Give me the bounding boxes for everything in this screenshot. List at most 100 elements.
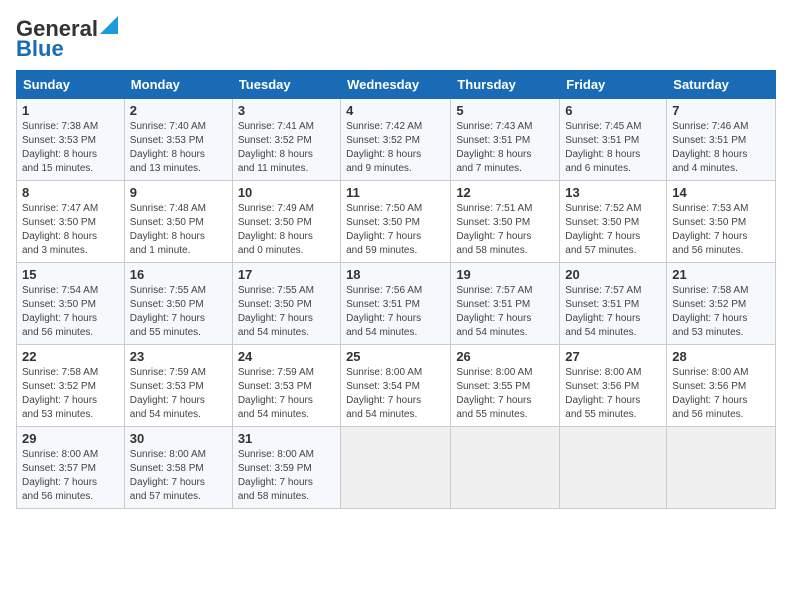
cell-info: Sunrise: 7:59 AM Sunset: 3:53 PM Dayligh… [130, 366, 227, 422]
cell-info: Sunrise: 7:46 AM Sunset: 3:51 PM Dayligh… [672, 120, 770, 176]
cell-day-number: 4 [346, 103, 445, 118]
cell-info: Sunrise: 7:38 AM Sunset: 3:53 PM Dayligh… [22, 120, 119, 176]
calendar-cell: 5 Sunrise: 7:43 AM Sunset: 3:51 PM Daylig… [451, 99, 560, 181]
col-header-monday: Monday [124, 71, 232, 99]
cell-day-number: 27 [565, 349, 661, 364]
cell-info: Sunrise: 7:48 AM Sunset: 3:50 PM Dayligh… [130, 202, 227, 258]
calendar-cell [451, 427, 560, 509]
calendar-week-1: 8 Sunrise: 7:47 AM Sunset: 3:50 PM Daylig… [17, 181, 776, 263]
cell-info: Sunrise: 7:54 AM Sunset: 3:50 PM Dayligh… [22, 284, 119, 340]
cell-day-number: 24 [238, 349, 335, 364]
cell-day-number: 8 [22, 185, 119, 200]
cell-day-number: 29 [22, 431, 119, 446]
cell-day-number: 25 [346, 349, 445, 364]
cell-day-number: 15 [22, 267, 119, 282]
cell-day-number: 28 [672, 349, 770, 364]
col-header-saturday: Saturday [667, 71, 776, 99]
cell-day-number: 30 [130, 431, 227, 446]
cell-day-number: 16 [130, 267, 227, 282]
cell-day-number: 22 [22, 349, 119, 364]
cell-day-number: 6 [565, 103, 661, 118]
calendar-week-3: 22 Sunrise: 7:58 AM Sunset: 3:52 PM Dayli… [17, 345, 776, 427]
col-header-wednesday: Wednesday [341, 71, 451, 99]
cell-info: Sunrise: 7:53 AM Sunset: 3:50 PM Dayligh… [672, 202, 770, 258]
cell-info: Sunrise: 8:00 AM Sunset: 3:56 PM Dayligh… [672, 366, 770, 422]
calendar-cell: 29 Sunrise: 8:00 AM Sunset: 3:57 PM Dayli… [17, 427, 125, 509]
calendar-cell: 16 Sunrise: 7:55 AM Sunset: 3:50 PM Dayli… [124, 263, 232, 345]
cell-day-number: 18 [346, 267, 445, 282]
cell-day-number: 2 [130, 103, 227, 118]
calendar-cell: 17 Sunrise: 7:55 AM Sunset: 3:50 PM Dayli… [232, 263, 340, 345]
cell-day-number: 7 [672, 103, 770, 118]
calendar-cell [341, 427, 451, 509]
col-header-thursday: Thursday [451, 71, 560, 99]
cell-day-number: 14 [672, 185, 770, 200]
cell-info: Sunrise: 8:00 AM Sunset: 3:54 PM Dayligh… [346, 366, 445, 422]
cell-info: Sunrise: 7:52 AM Sunset: 3:50 PM Dayligh… [565, 202, 661, 258]
calendar-cell: 11 Sunrise: 7:50 AM Sunset: 3:50 PM Dayli… [341, 181, 451, 263]
cell-info: Sunrise: 7:57 AM Sunset: 3:51 PM Dayligh… [456, 284, 554, 340]
calendar-table: SundayMondayTuesdayWednesdayThursdayFrid… [16, 70, 776, 509]
cell-day-number: 3 [238, 103, 335, 118]
calendar-cell: 24 Sunrise: 7:59 AM Sunset: 3:53 PM Dayli… [232, 345, 340, 427]
cell-info: Sunrise: 7:57 AM Sunset: 3:51 PM Dayligh… [565, 284, 661, 340]
cell-info: Sunrise: 8:00 AM Sunset: 3:57 PM Dayligh… [22, 448, 119, 504]
cell-day-number: 23 [130, 349, 227, 364]
cell-day-number: 17 [238, 267, 335, 282]
cell-info: Sunrise: 7:50 AM Sunset: 3:50 PM Dayligh… [346, 202, 445, 258]
calendar-cell [667, 427, 776, 509]
cell-info: Sunrise: 7:58 AM Sunset: 3:52 PM Dayligh… [22, 366, 119, 422]
calendar-cell: 10Sunrise: 7:49 AM Sunset: 3:50 PM Dayli… [232, 181, 340, 263]
cell-info: Sunrise: 8:00 AM Sunset: 3:55 PM Dayligh… [456, 366, 554, 422]
cell-day-number: 1 [22, 103, 119, 118]
cell-info: Sunrise: 7:58 AM Sunset: 3:52 PM Dayligh… [672, 284, 770, 340]
calendar-cell: 26 Sunrise: 8:00 AM Sunset: 3:55 PM Dayli… [451, 345, 560, 427]
calendar-cell [560, 427, 667, 509]
cell-info: Sunrise: 8:00 AM Sunset: 3:58 PM Dayligh… [130, 448, 227, 504]
cell-day-number: 26 [456, 349, 554, 364]
calendar-cell: 28 Sunrise: 8:00 AM Sunset: 3:56 PM Dayli… [667, 345, 776, 427]
cell-info: Sunrise: 7:47 AM Sunset: 3:50 PM Dayligh… [22, 202, 119, 258]
cell-info: Sunrise: 7:45 AM Sunset: 3:51 PM Dayligh… [565, 120, 661, 176]
page-header: General Blue [16, 16, 776, 62]
calendar-cell: 8 Sunrise: 7:47 AM Sunset: 3:50 PM Daylig… [17, 181, 125, 263]
cell-day-number: 5 [456, 103, 554, 118]
calendar-cell: 2Sunrise: 7:40 AM Sunset: 3:53 PM Daylig… [124, 99, 232, 181]
cell-info: Sunrise: 7:59 AM Sunset: 3:53 PM Dayligh… [238, 366, 335, 422]
cell-info: Sunrise: 7:55 AM Sunset: 3:50 PM Dayligh… [130, 284, 227, 340]
calendar-cell: 7 Sunrise: 7:46 AM Sunset: 3:51 PM Daylig… [667, 99, 776, 181]
cell-day-number: 12 [456, 185, 554, 200]
calendar-cell: 6 Sunrise: 7:45 AM Sunset: 3:51 PM Daylig… [560, 99, 667, 181]
cell-info: Sunrise: 7:42 AM Sunset: 3:52 PM Dayligh… [346, 120, 445, 176]
cell-day-number: 13 [565, 185, 661, 200]
cell-info: Sunrise: 7:43 AM Sunset: 3:51 PM Dayligh… [456, 120, 554, 176]
calendar-cell: 22 Sunrise: 7:58 AM Sunset: 3:52 PM Dayli… [17, 345, 125, 427]
calendar-cell: 3 Sunrise: 7:41 AM Sunset: 3:52 PM Daylig… [232, 99, 340, 181]
calendar-cell: 9Sunrise: 7:48 AM Sunset: 3:50 PM Daylig… [124, 181, 232, 263]
cell-info: Sunrise: 7:51 AM Sunset: 3:50 PM Dayligh… [456, 202, 554, 258]
col-header-tuesday: Tuesday [232, 71, 340, 99]
calendar-cell: 12 Sunrise: 7:51 AM Sunset: 3:50 PM Dayli… [451, 181, 560, 263]
logo-blue: Blue [16, 36, 64, 62]
cell-info: Sunrise: 8:00 AM Sunset: 3:56 PM Dayligh… [565, 366, 661, 422]
calendar-cell: 30 Sunrise: 8:00 AM Sunset: 3:58 PM Dayli… [124, 427, 232, 509]
cell-info: Sunrise: 7:41 AM Sunset: 3:52 PM Dayligh… [238, 120, 335, 176]
calendar-cell: 27 Sunrise: 8:00 AM Sunset: 3:56 PM Dayli… [560, 345, 667, 427]
calendar-week-2: 15 Sunrise: 7:54 AM Sunset: 3:50 PM Dayli… [17, 263, 776, 345]
calendar-cell: 25 Sunrise: 8:00 AM Sunset: 3:54 PM Dayli… [341, 345, 451, 427]
cell-day-number: 10 [238, 185, 335, 200]
cell-info: Sunrise: 8:00 AM Sunset: 3:59 PM Dayligh… [238, 448, 335, 504]
calendar-week-4: 29 Sunrise: 8:00 AM Sunset: 3:57 PM Dayli… [17, 427, 776, 509]
calendar-cell: 4 Sunrise: 7:42 AM Sunset: 3:52 PM Daylig… [341, 99, 451, 181]
logo: General Blue [16, 16, 118, 62]
cell-day-number: 19 [456, 267, 554, 282]
logo-arrow-icon [100, 16, 118, 34]
calendar-cell: 20 Sunrise: 7:57 AM Sunset: 3:51 PM Dayli… [560, 263, 667, 345]
cell-day-number: 20 [565, 267, 661, 282]
calendar-cell: 15 Sunrise: 7:54 AM Sunset: 3:50 PM Dayli… [17, 263, 125, 345]
calendar-cell: 31Sunrise: 8:00 AM Sunset: 3:59 PM Dayli… [232, 427, 340, 509]
cell-day-number: 11 [346, 185, 445, 200]
calendar-cell: 19 Sunrise: 7:57 AM Sunset: 3:51 PM Dayli… [451, 263, 560, 345]
cell-info: Sunrise: 7:55 AM Sunset: 3:50 PM Dayligh… [238, 284, 335, 340]
calendar-cell: 21Sunrise: 7:58 AM Sunset: 3:52 PM Dayli… [667, 263, 776, 345]
